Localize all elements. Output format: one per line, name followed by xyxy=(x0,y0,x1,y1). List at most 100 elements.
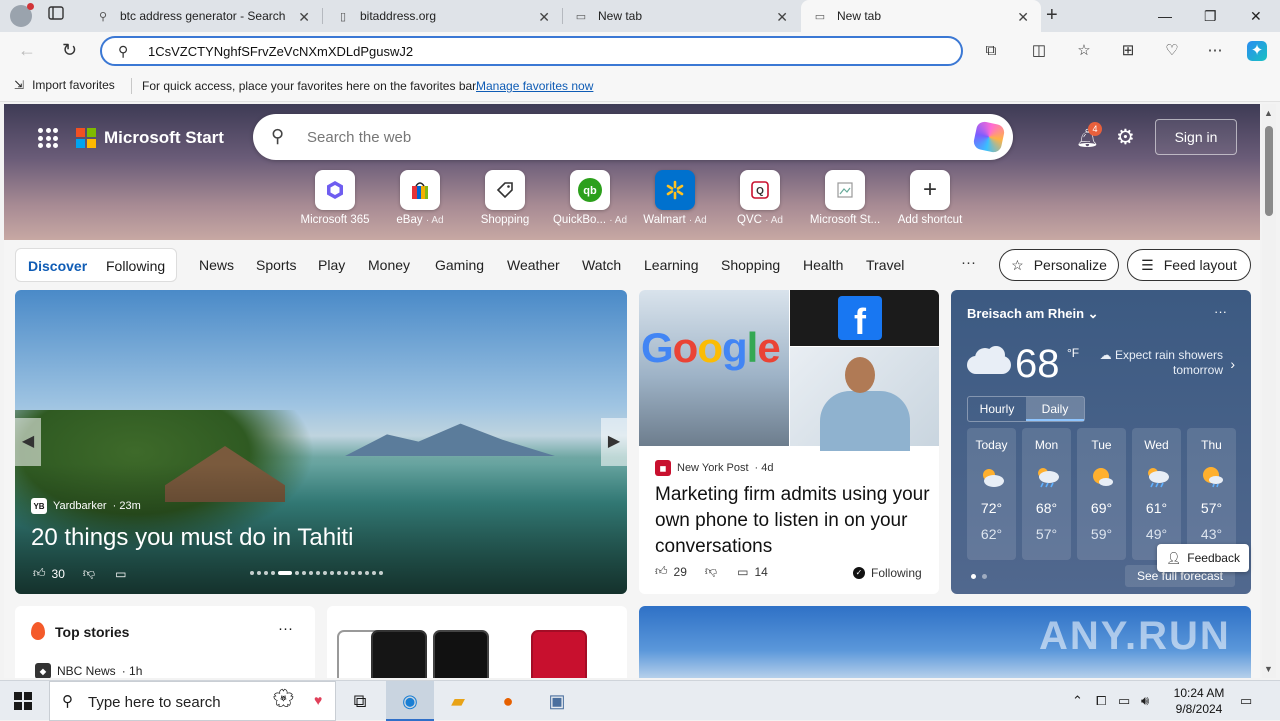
landscape-card[interactable]: ANY.RUN xyxy=(639,606,1251,678)
quicklink-ebay[interactable]: eBay · Ad xyxy=(378,170,462,226)
restore-icon[interactable]: ❐ xyxy=(1204,8,1217,25)
sign-in-button[interactable]: Sign in xyxy=(1155,119,1237,155)
forecast-day[interactable]: Tue 69° 59° xyxy=(1077,428,1126,560)
article-source[interactable]: ◼ New York Post · 4d xyxy=(655,460,774,476)
quicklink-walmart[interactable]: Walmart · Ad xyxy=(633,170,717,226)
chevron-right-icon[interactable]: › xyxy=(1230,356,1235,372)
favorites-star-icon[interactable]: ☆ xyxy=(1074,41,1094,61)
scroll-up-icon[interactable]: ▲ xyxy=(1264,108,1273,118)
forecast-day[interactable]: Mon 68° 57° xyxy=(1022,428,1071,560)
tab-discover[interactable]: Discover xyxy=(28,258,87,274)
new-tab-plus-icon[interactable]: + xyxy=(1046,4,1058,27)
web-search-input[interactable] xyxy=(307,127,907,147)
browser-essentials-icon[interactable]: ♡ xyxy=(1162,41,1182,61)
import-favorites-button[interactable]: ⇲ Import favorites xyxy=(14,78,115,92)
address-input[interactable] xyxy=(148,42,928,60)
manage-favorites-link[interactable]: Manage favorites now xyxy=(476,79,593,93)
carousel-next-arrow-icon[interactable]: ▶ xyxy=(601,418,627,466)
more-nav-button[interactable]: ··· xyxy=(961,254,976,271)
app-launcher-icon[interactable] xyxy=(38,128,58,148)
nav-weather[interactable]: Weather xyxy=(507,257,560,273)
back-icon[interactable]: ← xyxy=(18,40,36,61)
nav-sports[interactable]: Sports xyxy=(256,257,296,273)
tab-actions-icon[interactable] xyxy=(48,6,72,26)
profile-avatar[interactable] xyxy=(10,3,34,27)
weather-location[interactable]: Breisach am Rhein ⌄ xyxy=(967,306,1099,322)
split-screen-icon[interactable]: ◫ xyxy=(1029,41,1049,61)
copilot-icon[interactable] xyxy=(972,120,1006,154)
carousel-card[interactable]: ◀ ▶ YB Yardbarker · 23m 20 things you mu… xyxy=(15,290,627,594)
add-shortcut-button[interactable]: + Add shortcut xyxy=(888,170,972,226)
article-source[interactable]: ◆ NBC News · 1h xyxy=(35,663,142,678)
app-window-icon[interactable]: ▣ xyxy=(533,681,581,721)
file-explorer-icon[interactable]: ▰ xyxy=(434,681,482,721)
nav-money[interactable]: Money xyxy=(368,257,410,273)
article-title[interactable]: Marketing firm admits using your own pho… xyxy=(655,482,931,560)
more-options-icon[interactable]: ··· xyxy=(1214,304,1227,319)
quicklink-microsoft-365[interactable]: Microsoft 365 xyxy=(293,170,377,226)
following-indicator[interactable]: ✓ Following xyxy=(853,566,922,580)
like-icon[interactable]: 👍︎ xyxy=(655,564,668,579)
scroll-down-icon[interactable]: ▼ xyxy=(1264,664,1273,674)
like-icon[interactable]: 👍︎ xyxy=(33,566,46,581)
weather-pager-dots[interactable] xyxy=(971,574,987,579)
edge-browser-icon[interactable]: ◉ xyxy=(386,681,434,721)
page-scrollbar[interactable]: ▲ ▼ xyxy=(1262,104,1276,678)
personalize-button[interactable]: ☆ Personalize xyxy=(999,249,1119,281)
article-source[interactable]: YB Yardbarker · 23m xyxy=(31,498,141,514)
settings-gear-icon[interactable]: ⚙ xyxy=(1116,125,1135,150)
feed-layout-button[interactable]: ☰ Feed layout xyxy=(1127,249,1251,281)
firefox-icon[interactable]: ● xyxy=(484,681,532,721)
collections-icon[interactable]: ⊞ xyxy=(1118,41,1138,61)
web-search-box[interactable]: ⚲ xyxy=(253,114,1013,160)
tab-bitaddress[interactable]: ▯ bitaddress.org ✕ xyxy=(324,0,562,32)
tab-search[interactable]: ⚲ btc address generator - Search ✕ xyxy=(84,0,322,32)
network-icon[interactable]: ▭ xyxy=(1118,693,1130,709)
tray-chevron-up-icon[interactable]: ⌃ xyxy=(1072,693,1083,709)
windows-start-icon[interactable] xyxy=(14,692,32,710)
address-bar[interactable]: ⚲ xyxy=(100,36,963,66)
article-title[interactable]: 20 things you must do in Tahiti xyxy=(31,524,353,552)
window-close-icon[interactable]: ✕ xyxy=(1250,8,1262,25)
news-card[interactable]: Google f ◼ New York Post · 4d Marketing … xyxy=(639,290,939,594)
tab-newtab[interactable]: ▭ New tab ✕ xyxy=(562,0,800,32)
extensions-icon[interactable]: ⧉ xyxy=(981,41,1001,61)
nav-watch[interactable]: Watch xyxy=(582,257,621,273)
taskbar-search-box[interactable]: ⚲ Type here to search 🌸︎ ♥ xyxy=(49,681,336,721)
quicklink-microsoft-store[interactable]: Microsoft St... xyxy=(803,170,887,226)
nav-gaming[interactable]: Gaming xyxy=(435,257,484,273)
nav-play[interactable]: Play xyxy=(318,257,345,273)
close-icon[interactable]: ✕ xyxy=(1017,9,1029,26)
phones-card[interactable] xyxy=(327,606,627,678)
notifications-bell-icon[interactable]: 🔔︎ 4 xyxy=(1076,122,1102,149)
tab-daily[interactable]: Daily xyxy=(1026,397,1084,421)
dislike-icon[interactable]: 👎︎ xyxy=(83,566,95,581)
nav-learning[interactable]: Learning xyxy=(644,257,699,273)
more-options-icon[interactable]: ··· xyxy=(278,620,293,637)
weather-summary[interactable]: ☁ Expect rain showers tomorrow xyxy=(1095,348,1223,378)
notifications-icon[interactable]: ▭ xyxy=(1240,693,1252,709)
nav-shopping[interactable]: Shopping xyxy=(721,257,780,273)
quicklink-qvc[interactable]: Q QVC · Ad xyxy=(718,170,802,226)
scrollbar-thumb[interactable] xyxy=(1265,126,1273,216)
tab-newtab-active[interactable]: ▭ New tab ✕ xyxy=(801,0,1041,32)
forecast-day[interactable]: Today 72° 62° xyxy=(967,428,1016,560)
minimize-icon[interactable]: — xyxy=(1158,8,1172,24)
forecast-day[interactable]: Wed 61° 49° xyxy=(1132,428,1181,560)
forecast-day[interactable]: Thu 57° 43° xyxy=(1187,428,1236,560)
dislike-icon[interactable]: 👎︎ xyxy=(705,564,717,579)
comment-icon[interactable]: ▭ xyxy=(115,567,126,581)
nav-news[interactable]: News xyxy=(199,257,234,273)
volume-icon[interactable]: 🔊︎ xyxy=(1141,693,1149,709)
close-icon[interactable]: ✕ xyxy=(298,9,310,26)
tab-hourly[interactable]: Hourly xyxy=(968,397,1026,421)
more-menu-icon[interactable]: ⋯ xyxy=(1205,41,1225,61)
nav-travel[interactable]: Travel xyxy=(866,257,904,273)
nav-health[interactable]: Health xyxy=(803,257,843,273)
carousel-dots[interactable] xyxy=(250,571,383,575)
system-clock[interactable]: 10:24 AM 9/8/2024 xyxy=(1171,685,1227,717)
brand-title[interactable]: Microsoft Start xyxy=(104,128,224,148)
quicklink-shopping[interactable]: Shopping xyxy=(463,170,547,226)
tray-device-icon[interactable]: ⧠ xyxy=(1096,693,1106,709)
refresh-icon[interactable]: ↻ xyxy=(62,40,77,61)
